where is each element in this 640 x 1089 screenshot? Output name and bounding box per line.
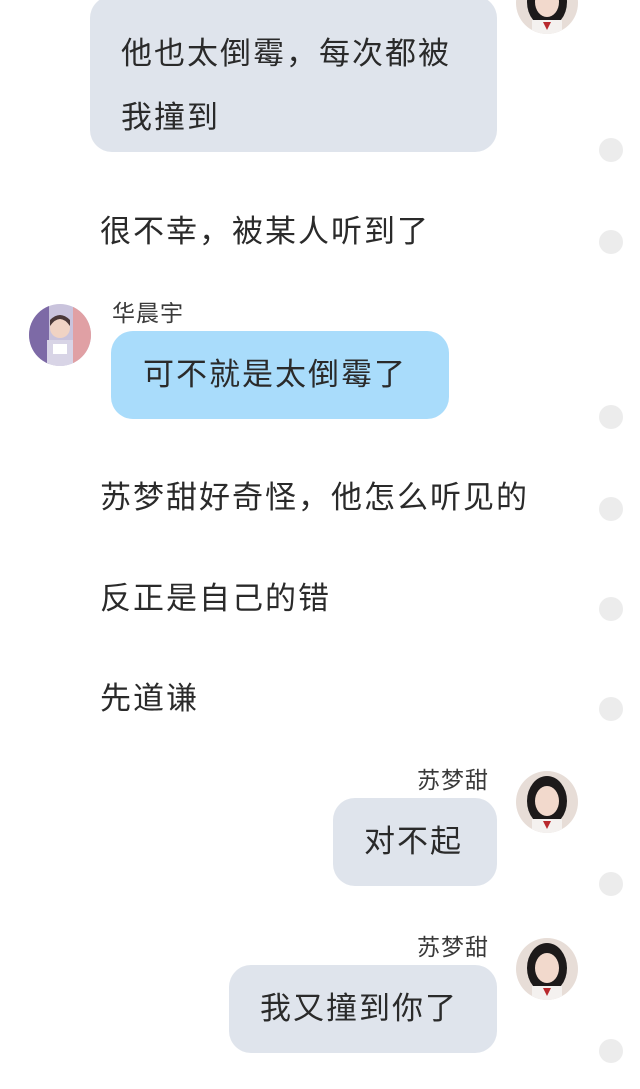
select-circle-icon[interactable] xyxy=(599,230,623,254)
select-circle-icon[interactable] xyxy=(599,697,623,721)
message-bubble-other[interactable]: 可不就是太倒霉了 xyxy=(111,331,449,419)
select-circle-icon[interactable] xyxy=(599,1039,623,1063)
male-avatar-icon[interactable] xyxy=(29,304,91,366)
sender-name: 华晨宇 xyxy=(112,301,184,327)
message-bubble-self[interactable]: 他也太倒霉，每次都被 我撞到 xyxy=(90,0,497,152)
select-circle-icon[interactable] xyxy=(599,405,623,429)
narration-text: 先道谦 xyxy=(100,681,199,717)
message-text: 可不就是太倒霉了 xyxy=(143,357,407,393)
female-avatar-icon[interactable] xyxy=(516,0,578,34)
message-text: 我又撞到你了 xyxy=(260,991,458,1027)
select-circle-icon[interactable] xyxy=(599,497,623,521)
narration-text: 反正是自己的错 xyxy=(100,581,331,617)
select-circle-icon[interactable] xyxy=(599,138,623,162)
message-text-line: 我撞到 xyxy=(121,100,220,136)
select-circle-icon[interactable] xyxy=(599,597,623,621)
message-bubble-self[interactable]: 对不起 xyxy=(333,798,497,886)
message-text: 对不起 xyxy=(364,824,463,860)
sender-name: 苏梦甜 xyxy=(417,768,489,794)
female-avatar-icon[interactable] xyxy=(516,771,578,833)
message-text-line: 他也太倒霉，每次都被 xyxy=(121,36,451,72)
narration-text: 苏梦甜好奇怪，他怎么听见的 xyxy=(100,480,529,516)
female-avatar-icon[interactable] xyxy=(516,938,578,1000)
sender-name: 苏梦甜 xyxy=(417,935,489,961)
select-circle-icon[interactable] xyxy=(599,872,623,896)
narration-text: 很不幸，被某人听到了 xyxy=(100,214,430,250)
message-bubble-self[interactable]: 我又撞到你了 xyxy=(229,965,497,1053)
